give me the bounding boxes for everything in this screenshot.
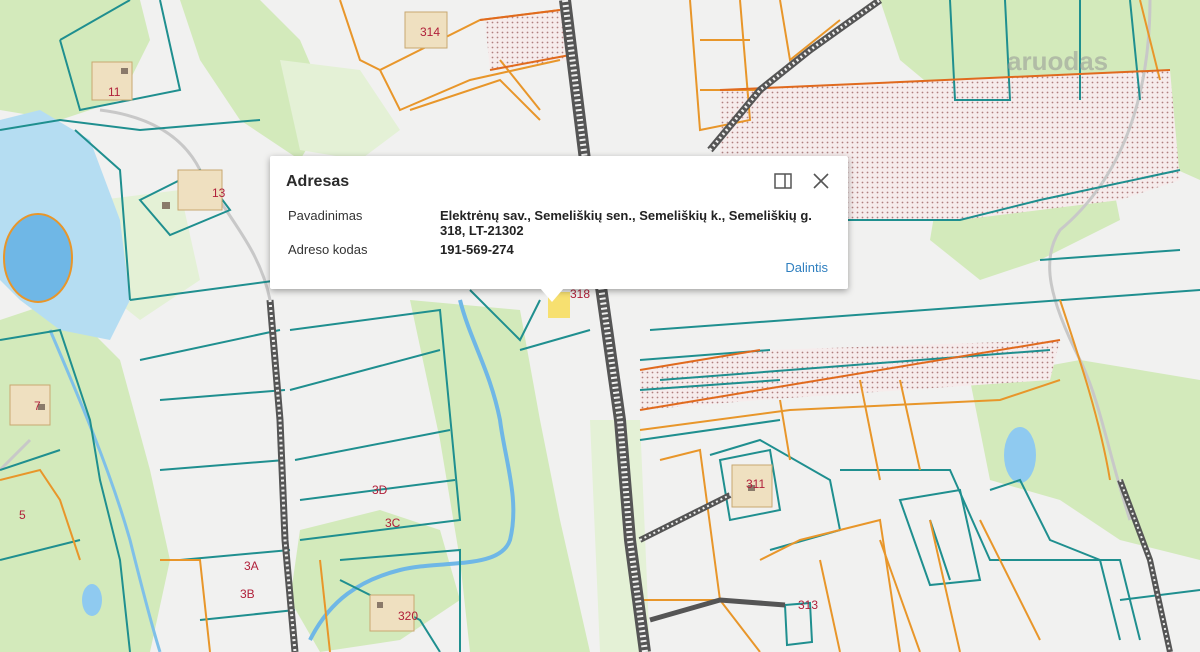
dock-panel-icon [774,173,792,189]
name-value: Elektrėnų sav., Semeliškių sen., Semeliš… [440,208,812,238]
address-code-label: Adreso kodas [288,242,368,257]
close-button[interactable] [810,170,832,192]
plot-label-7: 7 [34,399,41,413]
aruodas-watermark: aruodas [1007,46,1109,76]
plot-label-3B: 3B [240,587,255,601]
popup-title: Adresas [286,173,350,190]
cadastral-map[interactable]: 314 11 13 7 5 3D 3C 3A 3B 320 311 313 31… [0,0,1200,652]
share-link[interactable]: Dalintis [785,260,828,275]
name-label: Pavadinimas [288,208,363,223]
plot-label-314: 314 [420,25,440,39]
plot-label-3C: 3C [385,516,401,530]
plot-label-11: 11 [108,85,121,99]
popup-pointer [540,288,564,302]
address-code-value: 191-569-274 [440,242,514,257]
address-popup: Adresas Pavadinimas Elektrėnų sav., Seme… [270,156,848,289]
plot-label-320: 320 [398,609,418,623]
dock-panel-button[interactable] [772,170,794,192]
plot-label-313: 313 [798,598,818,612]
plot-label-318: 318 [570,287,590,301]
plot-label-13: 13 [212,186,226,200]
plot-label-3A: 3A [244,559,259,573]
close-icon [813,173,829,189]
plot-label-311: 311 [746,477,765,491]
plot-label-3D: 3D [372,483,388,497]
plot-label-5: 5 [19,508,26,522]
